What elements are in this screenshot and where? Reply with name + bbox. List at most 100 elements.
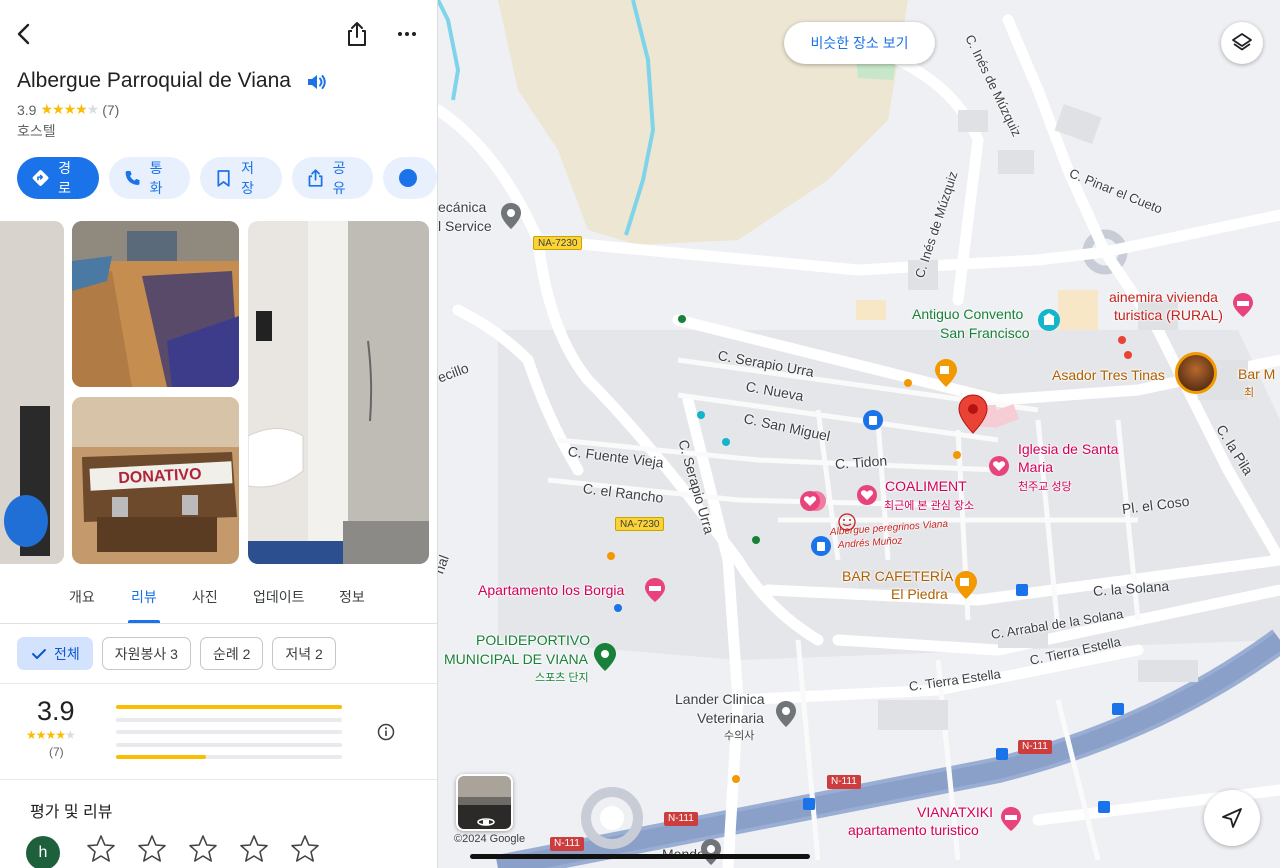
road-shield-n111: N-111 — [827, 775, 861, 789]
review-count: (7) — [102, 101, 120, 118]
share-icon — [308, 169, 323, 187]
check-icon — [32, 648, 46, 659]
cafe-icon[interactable] — [934, 358, 958, 388]
poi-label[interactable]: COALIMENT — [885, 478, 967, 494]
poi-label[interactable]: Bar M — [1238, 366, 1275, 382]
poi-label[interactable]: Lander Clinica — [675, 691, 765, 707]
tab-overview[interactable]: 개요 — [69, 587, 95, 607]
poi-label[interactable]: Asador Tres Tinas — [1052, 367, 1165, 383]
photo-gallery: DONATIVO — [0, 221, 437, 565]
place-panel: Albergue Parroquial de Viana 3.9 ★★★★★ (… — [0, 0, 438, 868]
sports-pin-icon[interactable] — [593, 642, 617, 672]
map-pin-gray-icon[interactable] — [700, 838, 722, 866]
poi-label[interactable]: Antiguo Convento — [912, 306, 1023, 322]
layers-button[interactable] — [1221, 22, 1263, 64]
poi-label[interactable]: VIANATXIKI — [917, 804, 993, 820]
share-button[interactable]: 공유 — [291, 157, 373, 199]
tab-updates[interactable]: 업데이트 — [253, 587, 305, 607]
poi-sublabel: 최근에 본 관심 장소 — [884, 500, 975, 512]
rating-stars: ★★★★★ — [40, 101, 99, 117]
poi-label[interactable]: San Francisco — [940, 325, 1029, 341]
photo-donation-box[interactable]: DONATIVO — [72, 397, 239, 564]
star-outline-icon[interactable] — [188, 834, 218, 864]
my-location-button[interactable] — [1204, 790, 1260, 846]
saved-heart-icon[interactable] — [798, 489, 828, 513]
rating-distribution — [116, 705, 342, 768]
rate-place-stars — [86, 834, 320, 864]
home-indicator — [470, 854, 810, 859]
lodging-icon[interactable] — [1000, 806, 1022, 832]
map-pin-gray-icon[interactable] — [500, 202, 522, 230]
directions-button[interactable]: 경로 — [17, 157, 99, 199]
call-button[interactable]: 통화 — [108, 157, 190, 199]
road-shield-na7230: NA-7230 — [615, 517, 665, 531]
tab-about[interactable]: 정보 — [339, 587, 365, 607]
call-label: 통화 — [149, 160, 163, 196]
star-outline-icon[interactable] — [137, 834, 167, 864]
poi-label[interactable]: El Piedra — [891, 586, 948, 602]
poi-label[interactable]: ainemira vivienda — [1109, 289, 1218, 305]
photo-room-edge[interactable] — [0, 221, 64, 564]
share-icon[interactable] — [343, 20, 371, 48]
rating-line[interactable]: 3.9 ★★★★★ (7) — [17, 101, 119, 118]
road-shield-n111: N-111 — [550, 837, 584, 851]
poi-label[interactable]: l Service — [438, 218, 492, 234]
poi-label[interactable]: ecánica — [438, 199, 486, 215]
back-arrow-icon[interactable] — [10, 20, 38, 48]
star-outline-icon[interactable] — [239, 834, 269, 864]
more-options-icon[interactable] — [393, 20, 421, 48]
tab-photos[interactable]: 사진 — [192, 587, 218, 607]
monument-icon[interactable] — [1037, 308, 1061, 332]
map-pin-gray-icon[interactable] — [775, 700, 797, 728]
photo-shower[interactable] — [248, 221, 429, 564]
poi-label[interactable]: Apartamento los Borgia — [478, 582, 624, 598]
active-tab-indicator — [128, 620, 160, 623]
map-view[interactable]: NA-7230 NA-7230 N-111 N-111 N-111 N-111 … — [438, 0, 1280, 868]
place-category: 호스텔 — [17, 123, 56, 139]
poi-label[interactable]: Maria — [1018, 459, 1053, 475]
cafe-icon[interactable] — [954, 570, 978, 600]
selected-place-pin[interactable] — [958, 394, 988, 434]
navigation-arrow-icon — [1222, 808, 1242, 828]
lodging-icon[interactable] — [1232, 292, 1254, 318]
filter-all[interactable]: 전체 — [17, 637, 93, 670]
poi-label[interactable]: Iglesia de Santa — [1018, 441, 1118, 457]
summary-stars: ★★★★★ — [26, 728, 76, 742]
rating-bar-1 — [116, 755, 342, 759]
layers-icon — [1232, 33, 1252, 51]
luggage-icon[interactable] — [810, 535, 832, 557]
filter-volunteer[interactable]: 자원봉사 3 — [101, 637, 191, 670]
summary-score: 3.9 — [37, 696, 75, 726]
save-button[interactable]: 저장 — [200, 157, 282, 199]
road-shield-na7230: NA-7230 — [533, 236, 583, 250]
share-label: 공유 — [332, 160, 346, 196]
star-outline-icon[interactable] — [290, 834, 320, 864]
info-icon[interactable] — [377, 723, 395, 741]
poi-label[interactable]: BAR CAFETERÍA — [842, 568, 953, 584]
street-view-thumbnail[interactable] — [456, 774, 513, 831]
action-buttons: 경로 통화 저장 공유 — [17, 157, 437, 199]
road-shield-n111: N-111 — [664, 812, 698, 826]
luggage-icon[interactable] — [862, 409, 884, 431]
poi-label[interactable]: Veterinaria — [697, 710, 764, 726]
saved-heart-icon[interactable] — [856, 484, 878, 506]
website-button[interactable] — [383, 157, 437, 199]
poi-label[interactable]: apartamento turistico — [848, 822, 979, 838]
star-outline-icon[interactable] — [86, 834, 116, 864]
rating-bar-fill — [116, 755, 207, 759]
avatar: h — [26, 836, 60, 868]
lodging-icon[interactable] — [644, 577, 666, 603]
filter-pilgrimage[interactable]: 순례 2 — [199, 637, 264, 670]
church-heart-icon[interactable] — [988, 455, 1010, 477]
filter-dinner[interactable]: 저녁 2 — [272, 637, 336, 670]
filter-all-label: 전체 — [54, 645, 80, 662]
poi-label[interactable]: MUNICIPAL DE VIANA — [444, 651, 588, 667]
restaurant-photo-marker[interactable] — [1175, 352, 1217, 394]
map-base — [438, 0, 1280, 868]
poi-label[interactable]: POLIDEPORTIVO — [476, 632, 590, 648]
similar-places-button[interactable]: 비슷한 장소 보기 — [784, 22, 935, 64]
tab-reviews[interactable]: 리뷰 — [131, 587, 157, 607]
photo-beds[interactable] — [72, 221, 239, 387]
poi-label[interactable]: turistica (RURAL) — [1114, 307, 1223, 323]
pronunciation-speaker-icon[interactable] — [305, 70, 329, 94]
